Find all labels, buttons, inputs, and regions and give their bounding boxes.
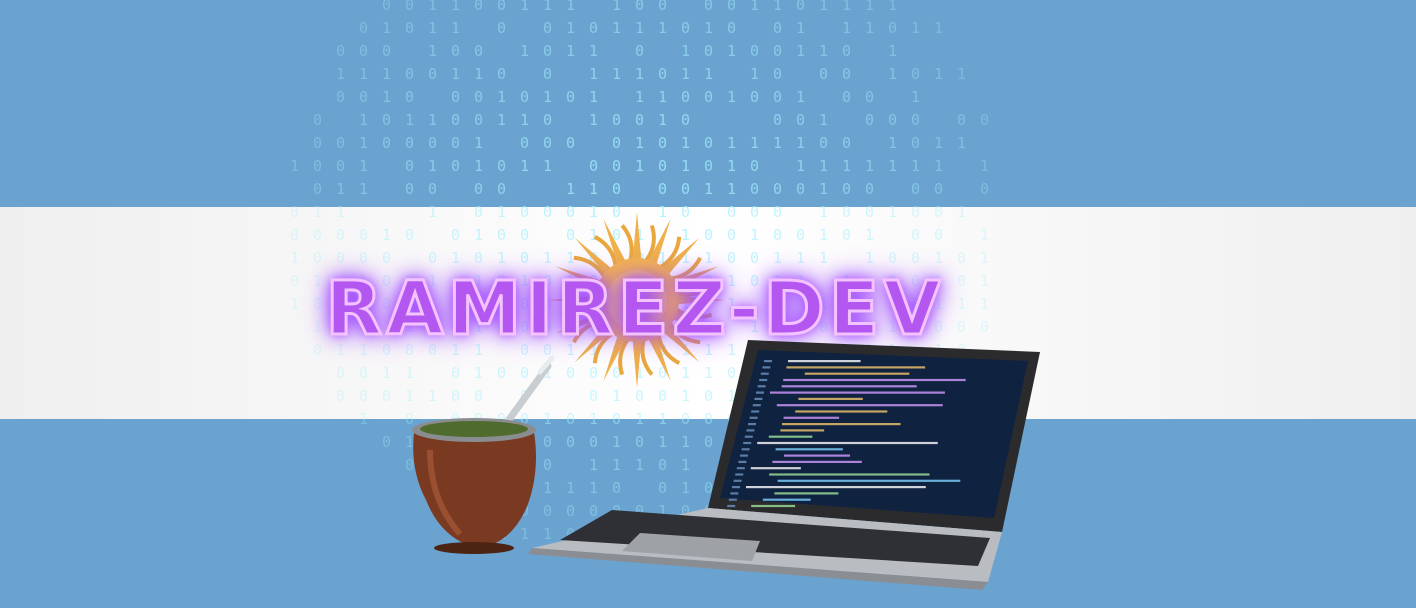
mate-gourd-icon — [412, 355, 555, 554]
illustration-scene — [412, 340, 1040, 590]
laptop-icon — [528, 340, 1040, 590]
